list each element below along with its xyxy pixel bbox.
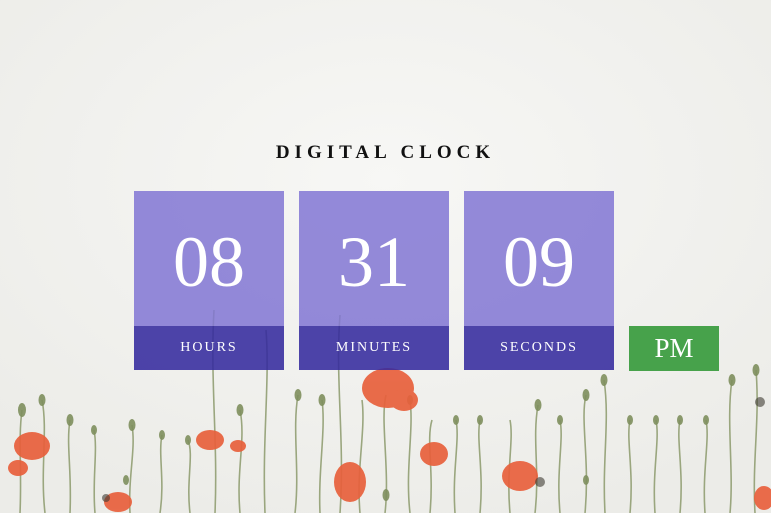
page-title: DIGITAL CLOCK	[275, 142, 496, 163]
hours-digit-box: 08	[134, 191, 284, 326]
hours-label: HOURS	[180, 340, 238, 355]
minutes-value: 31	[338, 221, 410, 302]
minutes-digit-box: 31	[299, 191, 449, 326]
period-badge: PM	[629, 326, 719, 371]
seconds-label-bar: SECONDS	[464, 326, 614, 370]
hours-display: 08 HOURS	[134, 191, 284, 370]
seconds-digit-box: 09	[464, 191, 614, 326]
minutes-label-bar: MINUTES	[299, 326, 449, 370]
minutes-display: 31 MINUTES	[299, 191, 449, 370]
seconds-value: 09	[503, 221, 575, 302]
seconds-label: SECONDS	[500, 340, 578, 355]
period-label: PM	[654, 333, 694, 363]
hours-value: 08	[173, 221, 245, 302]
hours-label-bar: HOURS	[134, 326, 284, 370]
minutes-label: MINUTES	[335, 340, 413, 355]
seconds-display: 09 SECONDS	[464, 191, 614, 370]
